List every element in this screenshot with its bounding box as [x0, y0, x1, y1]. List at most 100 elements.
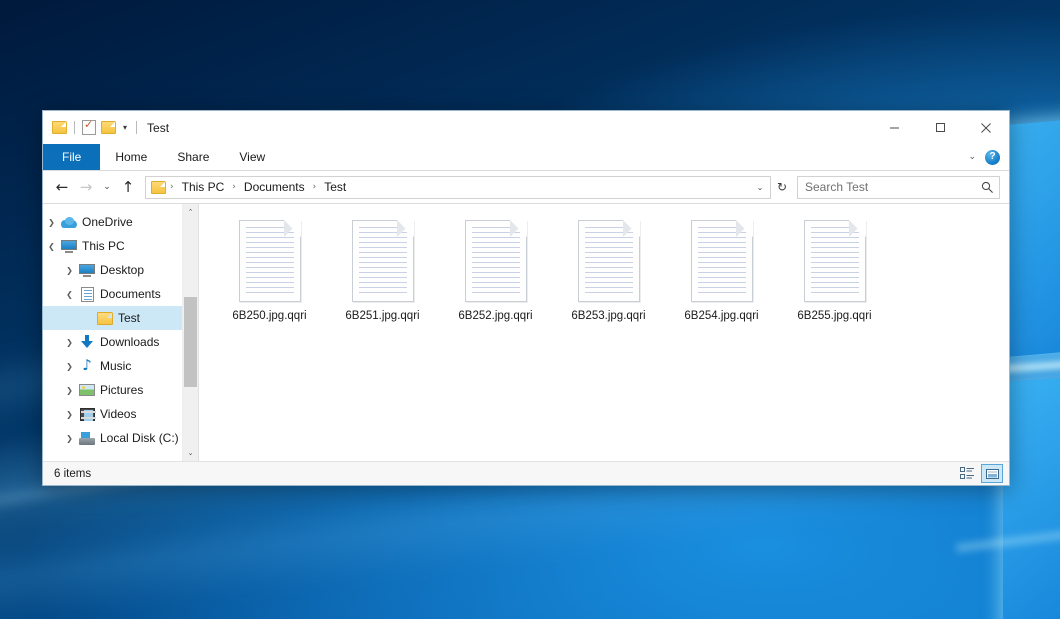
- chevron-right-icon[interactable]: ❯: [61, 386, 78, 395]
- address-toolbar: ← → ⌄ ↑ › This PC › Documents › Test ⌄ ↻…: [43, 171, 1009, 203]
- chevron-right-icon[interactable]: ❯: [61, 434, 78, 443]
- file-name: 6B251.jpg.qqri: [342, 309, 422, 323]
- file-icon-wrapper: [233, 215, 307, 307]
- picture-icon: [78, 384, 96, 396]
- sidebar-item-videos[interactable]: ❯ Videos: [43, 402, 182, 426]
- forward-button[interactable]: →: [74, 175, 98, 199]
- scroll-up-arrow-icon[interactable]: ⌃: [183, 204, 198, 220]
- sidebar-item-this-pc[interactable]: ❮ This PC: [43, 234, 182, 258]
- sidebar-item-label: Documents: [100, 287, 161, 301]
- sidebar-item-music[interactable]: ❯ ♪ Music: [43, 354, 182, 378]
- file-icon-wrapper: [798, 215, 872, 307]
- sidebar-item-label: Downloads: [100, 335, 159, 349]
- tab-home[interactable]: Home: [100, 144, 162, 170]
- chevron-right-icon[interactable]: ❯: [61, 266, 78, 275]
- search-input[interactable]: Search Test: [805, 180, 981, 194]
- folder-icon: [96, 312, 114, 325]
- chevron-down-icon[interactable]: ❮: [43, 242, 60, 251]
- file-name: 6B253.jpg.qqri: [568, 309, 648, 323]
- navigation-pane: ❯ OneDrive ❮ This PC ❯ Desktop: [43, 204, 198, 461]
- generic-file-icon: [804, 220, 866, 302]
- list-item[interactable]: 6B251.jpg.qqri: [326, 214, 439, 336]
- cloud-icon: [60, 217, 78, 228]
- monitor-icon: [78, 264, 96, 277]
- list-item[interactable]: 6B255.jpg.qqri: [778, 214, 891, 336]
- sidebar-item-desktop[interactable]: ❯ Desktop: [43, 258, 182, 282]
- help-icon[interactable]: ?: [985, 150, 1000, 165]
- tab-share[interactable]: Share: [162, 144, 224, 170]
- new-folder-icon[interactable]: [101, 121, 116, 134]
- list-item[interactable]: 6B250.jpg.qqri: [213, 214, 326, 336]
- generic-file-icon: [239, 220, 301, 302]
- list-item[interactable]: 6B252.jpg.qqri: [439, 214, 552, 336]
- breadcrumb-separator[interactable]: ›: [309, 182, 321, 192]
- maximize-button[interactable]: [917, 111, 963, 144]
- chevron-right-icon[interactable]: ❯: [61, 410, 78, 419]
- close-button[interactable]: [963, 111, 1009, 144]
- file-name: 6B252.jpg.qqri: [455, 309, 535, 323]
- document-icon: [78, 287, 96, 302]
- wallpaper-window-pane: [1003, 374, 1060, 619]
- list-item[interactable]: 6B253.jpg.qqri: [552, 214, 665, 336]
- disk-icon: [78, 432, 96, 445]
- breadcrumb-separator[interactable]: ›: [228, 182, 240, 192]
- expand-ribbon-chevron-down-icon[interactable]: ⌄: [968, 152, 976, 162]
- tab-view[interactable]: View: [224, 144, 280, 170]
- chevron-right-icon[interactable]: ❯: [43, 218, 60, 227]
- sidebar-item-pictures[interactable]: ❯ Pictures: [43, 378, 182, 402]
- scrollbar-thumb[interactable]: [184, 297, 197, 387]
- breadcrumb-item-documents[interactable]: Documents: [240, 178, 309, 196]
- ribbon-tabs: File Home Share View ⌄ ?: [43, 144, 1009, 171]
- file-icon-wrapper: [685, 215, 759, 307]
- large-icons-view-button[interactable]: [981, 464, 1003, 483]
- toolbar-divider: [136, 121, 137, 134]
- chevron-right-icon[interactable]: ❯: [61, 338, 78, 347]
- sidebar-item-label: Desktop: [100, 263, 144, 277]
- sidebar-item-documents[interactable]: ❮ Documents: [43, 282, 182, 306]
- properties-icon[interactable]: [82, 120, 96, 135]
- file-icon-wrapper: [459, 215, 533, 307]
- sidebar-item-onedrive[interactable]: ❯ OneDrive: [43, 210, 182, 234]
- breadcrumb[interactable]: › This PC › Documents › Test ⌄: [145, 176, 771, 199]
- back-button[interactable]: ←: [50, 175, 74, 199]
- sidebar-item-local-disk-c[interactable]: ❯ Local Disk (C:): [43, 426, 182, 450]
- ribbon-right-controls: ⌄ ?: [968, 144, 1009, 170]
- wallpaper-window-pane: [1003, 115, 1060, 357]
- scrollbar-track[interactable]: [183, 220, 198, 445]
- tab-file[interactable]: File: [43, 144, 100, 170]
- chevron-down-icon[interactable]: ▾: [121, 123, 129, 132]
- window-body: ❯ OneDrive ❮ This PC ❯ Desktop: [43, 203, 1009, 461]
- recent-locations-button[interactable]: ⌄: [98, 175, 116, 199]
- search-box[interactable]: Search Test: [797, 176, 1000, 199]
- sidebar-item-label: OneDrive: [82, 215, 133, 229]
- sidebar-item-test[interactable]: ❯ Test: [43, 306, 182, 330]
- monitor-icon: [60, 240, 78, 253]
- sidebar-item-downloads[interactable]: ❯ Downloads: [43, 330, 182, 354]
- file-icon-wrapper: [346, 215, 420, 307]
- refresh-button[interactable]: ↻: [771, 176, 793, 199]
- breadcrumb-item-this-pc[interactable]: This PC: [178, 178, 229, 196]
- navigation-pane-scrollbar[interactable]: ⌃ ⌄: [182, 204, 198, 461]
- generic-file-icon: [352, 220, 414, 302]
- search-icon[interactable]: [981, 181, 994, 194]
- details-view-button[interactable]: [956, 464, 978, 483]
- music-icon: ♪: [78, 359, 96, 373]
- breadcrumb-item-test[interactable]: Test: [320, 178, 350, 196]
- window-controls: [871, 111, 1009, 144]
- minimize-button[interactable]: [871, 111, 917, 144]
- file-name: 6B250.jpg.qqri: [229, 309, 309, 323]
- address-dropdown-chevron-down-icon[interactable]: ⌄: [752, 183, 768, 192]
- video-icon: [78, 408, 96, 421]
- sidebar-item-label: Videos: [100, 407, 136, 421]
- file-list-view[interactable]: 6B250.jpg.qqri 6B251.jpg.qqri: [199, 204, 1009, 461]
- chevron-down-icon[interactable]: ❮: [61, 290, 78, 299]
- view-mode-buttons: [956, 464, 1003, 483]
- up-button[interactable]: ↑: [116, 175, 140, 199]
- scroll-down-arrow-icon[interactable]: ⌄: [183, 445, 198, 461]
- list-item[interactable]: 6B254.jpg.qqri: [665, 214, 778, 336]
- folder-icon[interactable]: [52, 121, 67, 134]
- chevron-right-icon[interactable]: ❯: [61, 362, 78, 371]
- download-icon: [78, 335, 96, 349]
- item-count-label: 6 items: [54, 468, 91, 480]
- folder-tree: ❯ OneDrive ❮ This PC ❯ Desktop: [43, 204, 182, 461]
